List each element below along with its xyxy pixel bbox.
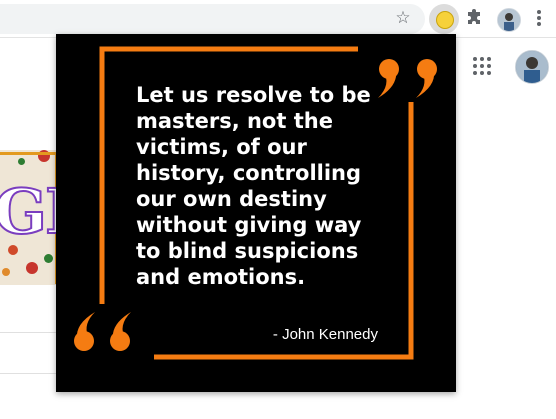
divider [0,332,58,333]
divider [0,373,58,374]
smiley-face-icon [436,11,454,29]
profile-avatar[interactable] [515,50,549,84]
browser-toolbar: ☆ [0,0,556,38]
opening-quote-icon [74,312,131,351]
extension-button-active[interactable] [429,4,459,34]
puzzle-icon[interactable] [465,8,485,28]
quote-popup: Let us resolve to be masters, not the vi… [56,34,456,392]
closing-quote-icon [378,59,437,98]
profile-avatar[interactable] [497,8,521,32]
quote-author: - John Kennedy [272,326,378,343]
apps-grid-icon[interactable] [473,57,491,75]
address-bar[interactable] [0,4,425,34]
star-icon[interactable]: ☆ [393,8,413,28]
kebab-menu-icon[interactable] [532,8,546,30]
quote-text: Let us resolve to be masters, not the vi… [136,83,371,289]
